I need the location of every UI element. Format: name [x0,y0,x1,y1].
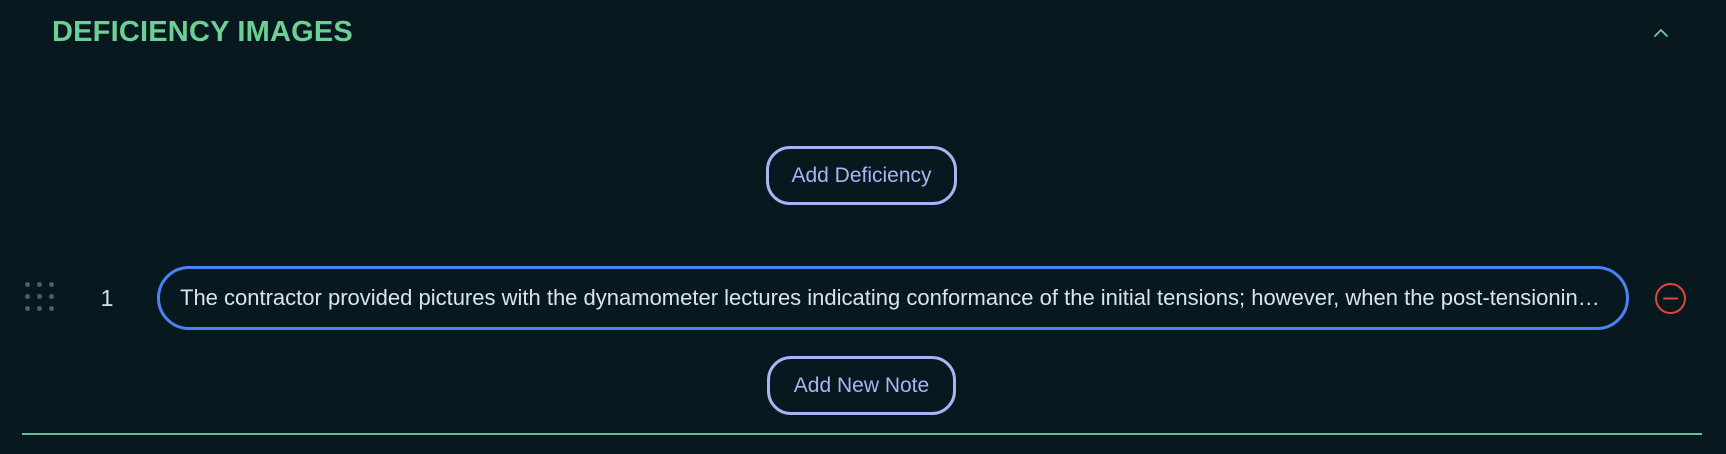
deficiency-images-section: DEFICIENCY IMAGES Add Deficiency 1 Add N… [0,0,1726,454]
drag-handle-icon[interactable] [25,282,55,314]
remove-note-button[interactable] [1654,282,1687,315]
note-index: 1 [100,285,114,311]
section-divider [22,433,1702,435]
section-header: DEFICIENCY IMAGES [0,0,1726,66]
add-deficiency-button[interactable]: Add Deficiency [766,146,957,205]
section-title: DEFICIENCY IMAGES [52,16,353,48]
minus-circle-icon [1655,283,1686,314]
note-text-input[interactable] [157,266,1629,330]
add-new-note-button[interactable]: Add New Note [767,356,956,415]
chevron-up-icon [1654,29,1668,37]
collapse-section-button[interactable] [1646,20,1676,46]
